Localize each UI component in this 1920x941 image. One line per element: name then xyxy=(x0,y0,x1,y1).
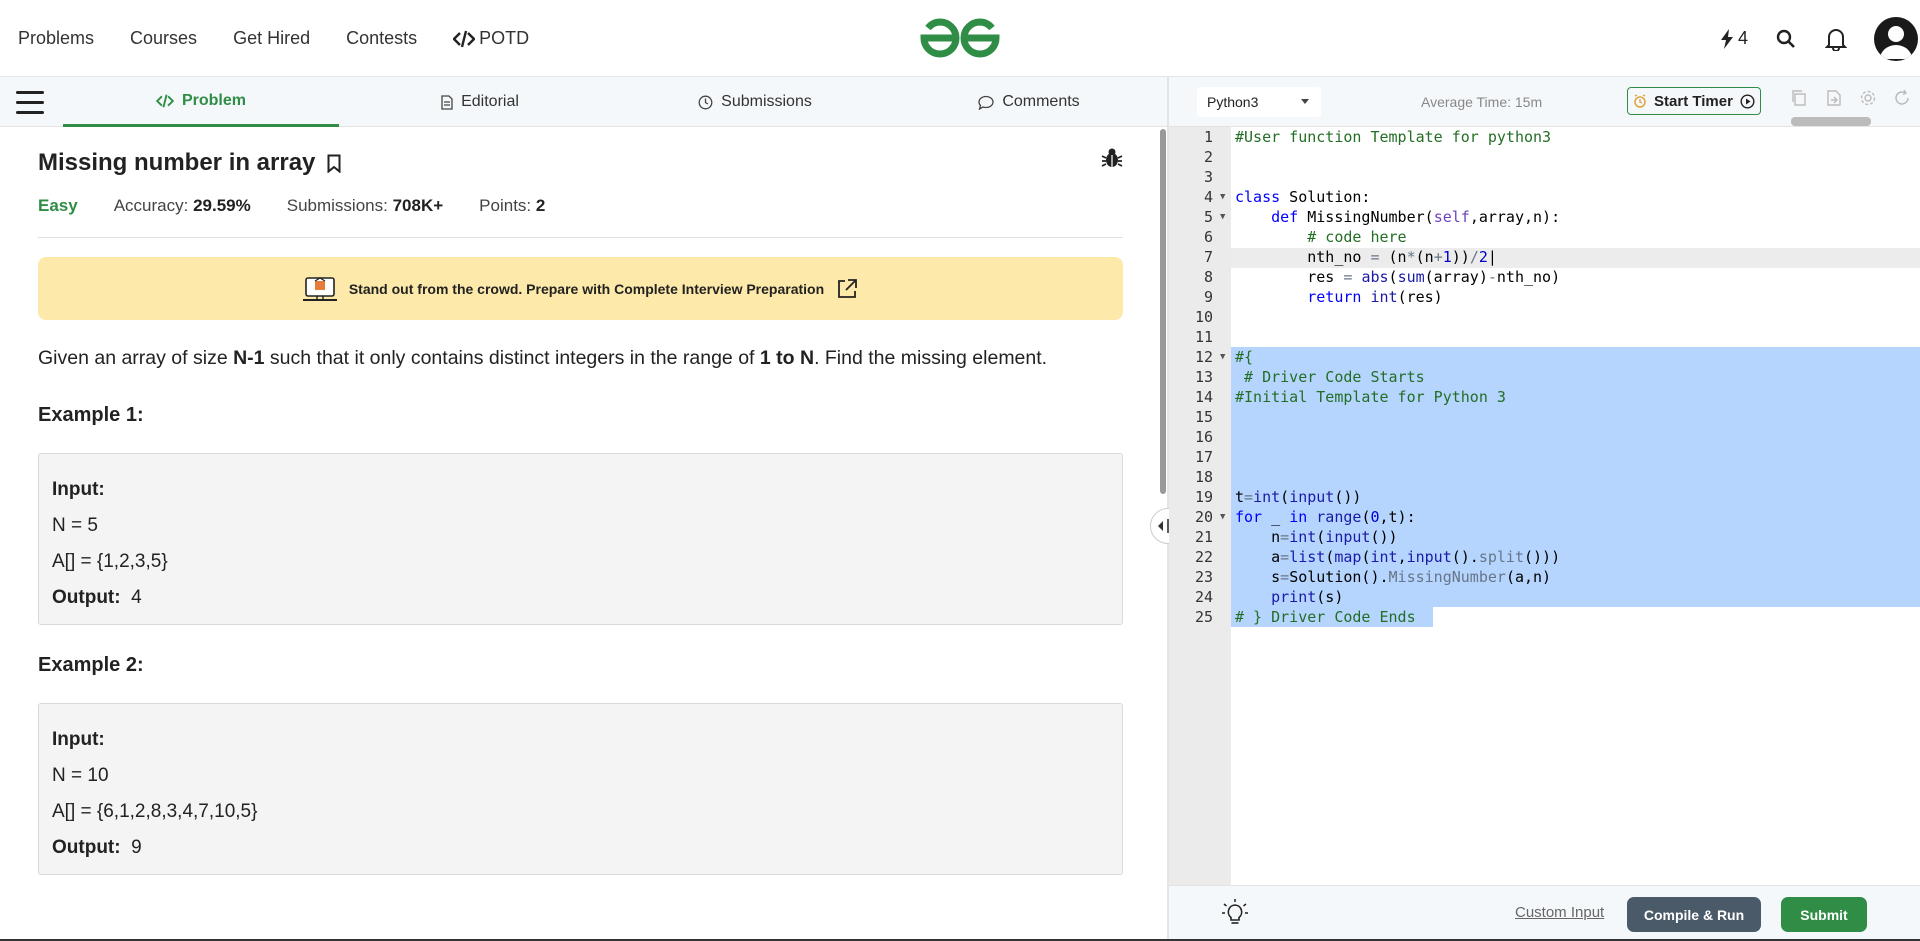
fold-arrow-icon[interactable]: ▼ xyxy=(1220,207,1225,227)
language-select[interactable]: Python3 xyxy=(1197,87,1321,117)
document-icon xyxy=(441,94,453,110)
alarm-icon xyxy=(1634,94,1646,108)
nav-courses[interactable]: Courses xyxy=(130,28,197,49)
problem-title-row: Missing number in array xyxy=(38,149,341,177)
potd-label: POTD xyxy=(479,28,530,48)
start-timer-button[interactable]: Start Timer xyxy=(1627,87,1761,115)
nav-contests[interactable]: Contests xyxy=(346,28,417,49)
tab-submissions-label: Submissions xyxy=(721,93,812,110)
tab-submissions[interactable]: Submissions xyxy=(680,77,830,127)
example-output-label: Output: xyxy=(52,587,121,608)
streak-counter[interactable]: 4 xyxy=(1720,28,1748,49)
desc-n1: N-1 xyxy=(233,347,265,369)
nav-right: 4 xyxy=(1720,0,1920,77)
play-icon xyxy=(1740,93,1755,109)
start-timer-label: Start Timer xyxy=(1654,92,1733,110)
bolt-icon xyxy=(1720,28,1733,49)
example-input-label: Input: xyxy=(52,479,105,500)
example-n-line: N = 10 xyxy=(52,765,109,786)
submit-button[interactable]: Submit xyxy=(1781,897,1867,932)
problem-tabs: Problem Editorial Submissions Comments xyxy=(0,77,1167,127)
nav-links: Problems Courses Get Hired Contests POTD xyxy=(18,0,529,77)
problem-meta: Easy Accuracy: 29.59% Submissions: 708K+… xyxy=(38,196,545,216)
difficulty-badge: Easy xyxy=(38,196,78,215)
fold-arrow-icon[interactable]: ▼ xyxy=(1220,187,1225,207)
lightbulb-icon[interactable] xyxy=(1221,898,1249,928)
page-title: Missing number in array xyxy=(38,149,316,176)
desc-range: 1 to N xyxy=(759,347,815,369)
compile-run-button[interactable]: Compile & Run xyxy=(1627,897,1761,932)
editor-toolbar: Python3 Average Time: 15m Start Timer xyxy=(1169,77,1920,127)
average-time: Average Time: 15m xyxy=(1421,94,1543,110)
example-array-line: A[] = {6,1,2,8,3,4,7,10,5} xyxy=(52,801,258,822)
example-output-value: 9 xyxy=(131,837,142,858)
promo-banner[interactable]: Stand out from the crowd. Prepare with C… xyxy=(38,257,1123,320)
custom-input-link[interactable]: Custom Input xyxy=(1515,904,1604,921)
tab-comments[interactable]: Comments xyxy=(964,77,1094,127)
search-icon[interactable] xyxy=(1774,27,1798,51)
tab-editorial-label: Editorial xyxy=(461,93,519,110)
example-input-label: Input: xyxy=(52,729,105,750)
chevron-down-icon xyxy=(1301,99,1309,104)
tab-comments-label: Comments xyxy=(1002,93,1080,110)
code-icon xyxy=(155,94,174,107)
example-1-title: Example 1: xyxy=(38,404,144,426)
upload-icon[interactable] xyxy=(1825,89,1843,107)
accuracy-value: 29.59% xyxy=(193,196,251,215)
top-navbar: Problems Courses Get Hired Contests POTD… xyxy=(0,0,1920,77)
example-1-box: Input: N = 5 A[] = {1,2,3,5} Output: 4 xyxy=(38,453,1123,625)
bell-icon[interactable] xyxy=(1824,27,1848,51)
accuracy: Accuracy: 29.59% xyxy=(114,196,251,216)
example-n-line: N = 5 xyxy=(52,515,98,536)
tab-problem-label: Problem xyxy=(181,91,246,109)
points: Points: 2 xyxy=(479,196,545,216)
example-output-label: Output: xyxy=(52,837,121,858)
problem-description: Given an array of size N-1 such that it … xyxy=(38,347,1047,370)
submissions-label: Submissions: xyxy=(286,196,388,215)
gear-icon[interactable] xyxy=(1859,89,1877,107)
desc-text-3: . Find the missing element. xyxy=(814,347,1048,369)
fold-arrow-icon[interactable]: ▼ xyxy=(1220,507,1225,527)
gfg-logo[interactable] xyxy=(918,14,1002,62)
editor-panel: Python3 Average Time: 15m Start Timer 1 #… xyxy=(1169,77,1920,941)
points-value: 2 xyxy=(535,196,546,215)
bookmark-icon[interactable] xyxy=(327,154,341,173)
submissions-count: Submissions: 708K+ xyxy=(287,196,443,216)
divider xyxy=(38,237,1123,238)
example-2-title: Example 2: xyxy=(38,654,144,676)
fold-arrow-icon[interactable]: ▼ xyxy=(1220,347,1225,367)
example-2-box: Input: N = 10 A[] = {6,1,2,8,3,4,7,10,5}… xyxy=(38,703,1123,875)
menu-icon[interactable] xyxy=(16,91,44,115)
nav-potd[interactable]: POTD xyxy=(453,28,529,49)
comment-icon xyxy=(978,95,994,110)
example-array-line: A[] = {1,2,3,5} xyxy=(52,551,168,572)
tab-problem[interactable]: Problem xyxy=(63,77,339,127)
tab-editorial[interactable]: Editorial xyxy=(410,77,550,127)
avatar[interactable] xyxy=(1874,16,1918,61)
bug-icon[interactable] xyxy=(1101,147,1123,169)
external-link-icon xyxy=(838,278,858,298)
clock-icon xyxy=(698,95,713,109)
accuracy-label: Accuracy: xyxy=(113,196,189,215)
problem-scrollbar[interactable] xyxy=(1160,129,1166,494)
copy-icon[interactable] xyxy=(1790,89,1808,107)
problem-panel: Problem Editorial Submissions Comments M… xyxy=(0,77,1167,941)
banner-text: Stand out from the crowd. Prepare with C… xyxy=(348,280,825,297)
desc-text-2: such that it only contains distinct inte… xyxy=(264,347,760,369)
nav-problems[interactable]: Problems xyxy=(18,28,94,49)
reset-icon[interactable] xyxy=(1893,89,1911,107)
streak-count: 4 xyxy=(1737,28,1748,48)
points-label: Points: xyxy=(479,196,532,215)
example-output-value: 4 xyxy=(131,587,142,608)
code-editor[interactable]: 1 #User function Template for python3 2 3… xyxy=(1169,127,1920,885)
submissions-value: 708K+ xyxy=(392,196,444,215)
nav-get-hired[interactable]: Get Hired xyxy=(233,28,310,49)
editor-footer: Custom Input Compile & Run Submit xyxy=(1169,885,1920,941)
language-value: Python3 xyxy=(1207,94,1259,110)
laptop-icon xyxy=(302,276,337,301)
desc-text-1: Given an array of size xyxy=(38,347,234,369)
editor-horizontal-scrollbar[interactable] xyxy=(1791,117,1871,126)
code-icon xyxy=(453,30,476,47)
